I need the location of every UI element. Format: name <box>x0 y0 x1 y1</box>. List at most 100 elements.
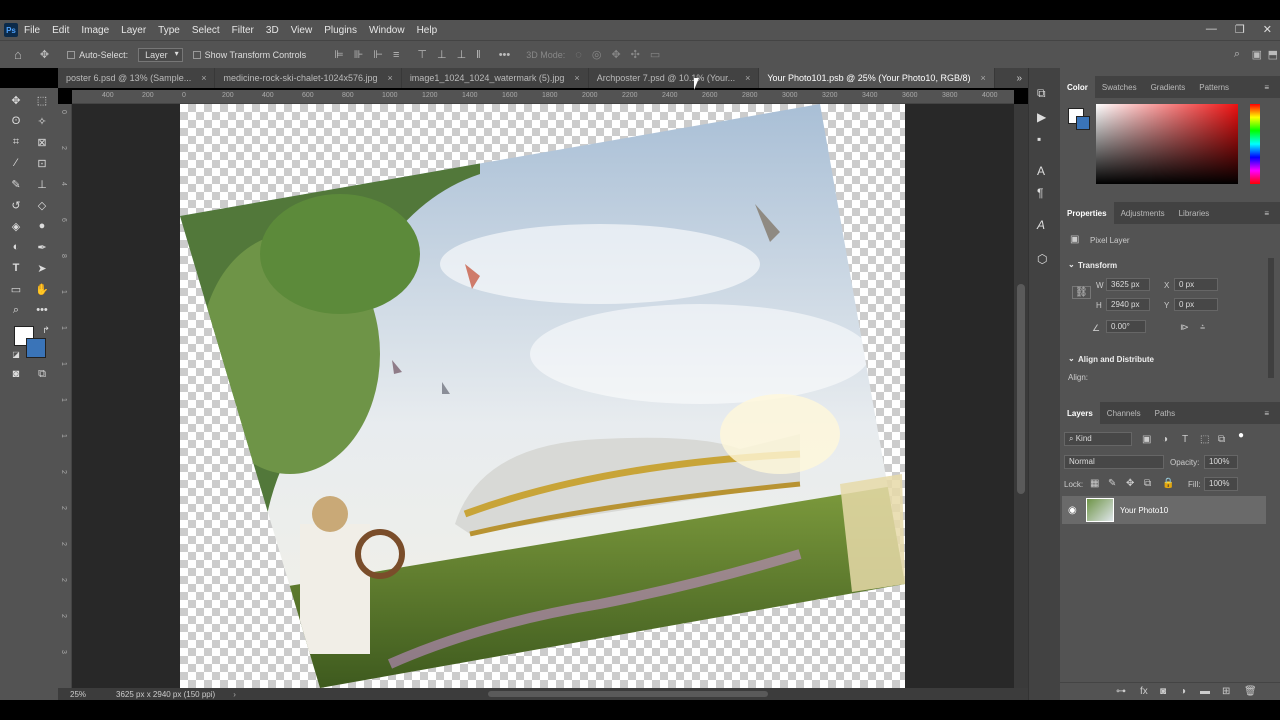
align-middle-icon[interactable]: ⊥ <box>437 48 447 61</box>
menu-image[interactable]: Image <box>81 25 109 36</box>
home-icon[interactable]: ⌂ <box>14 47 22 62</box>
actions-play-icon[interactable]: ▶ <box>1037 110 1046 124</box>
zoom-tool-icon[interactable]: ⌕ <box>8 302 24 318</box>
menu-window[interactable]: Window <box>369 25 405 36</box>
marquee-tool-icon[interactable]: ⬚ <box>34 92 50 108</box>
hue-slider[interactable] <box>1250 104 1260 184</box>
close-window-icon[interactable]: ✕ <box>1263 23 1272 36</box>
3d-roll-icon[interactable]: ◎ <box>592 48 602 61</box>
dodge-tool-icon[interactable]: ◐ <box>8 239 24 255</box>
new-layer-icon[interactable]: ⊞ <box>1222 686 1230 697</box>
rotated-photo-layer[interactable] <box>180 104 905 688</box>
search-icon[interactable]: ⌕ <box>1234 48 1240 61</box>
flip-horizontal-icon[interactable]: ⧐ <box>1180 322 1189 333</box>
menu-edit[interactable]: Edit <box>52 25 69 36</box>
tab-adjustments[interactable]: Adjustments <box>1114 202 1172 224</box>
show-transform-checkbox[interactable] <box>192 50 201 59</box>
rectangle-tool-icon[interactable]: ▭ <box>8 281 24 297</box>
menu-3d[interactable]: 3D <box>266 25 279 36</box>
history-icon[interactable]: ⧉ <box>1037 86 1046 101</box>
workspace-icon[interactable]: ▣ <box>1252 48 1262 61</box>
tab-swatches[interactable]: Swatches <box>1095 76 1144 98</box>
visibility-eye-icon[interactable]: ◉ <box>1068 505 1077 516</box>
zoom-level[interactable]: 25% <box>70 690 116 699</box>
lock-transparent-icon[interactable]: ▦ <box>1090 478 1099 489</box>
menu-file[interactable]: File <box>24 25 40 36</box>
link-dimensions-icon[interactable]: ⛓ <box>1072 286 1091 299</box>
menu-layer[interactable]: Layer <box>121 25 146 36</box>
new-adjustment-icon[interactable]: ◑ <box>1180 686 1186 697</box>
stamp-tool-icon[interactable]: ⊥ <box>34 176 50 192</box>
panel-menu-icon[interactable]: ≡ <box>1257 402 1276 424</box>
move-tool-icon[interactable]: ✥ <box>40 48 49 61</box>
brush-tool-icon[interactable]: ✎ <box>8 176 24 192</box>
tab-properties[interactable]: Properties <box>1060 202 1114 224</box>
add-mask-icon[interactable]: ◙ <box>1160 686 1166 697</box>
eraser-icon[interactable]: ◇ <box>34 197 50 213</box>
layer-row[interactable]: ◉ Your Photo10 <box>1062 496 1266 524</box>
fill-field[interactable]: 100% <box>1204 477 1238 491</box>
align-right-icon[interactable]: ⊩ <box>373 48 383 61</box>
status-arrow-icon[interactable]: › <box>233 690 236 699</box>
pen-tool-icon[interactable]: ✒ <box>34 239 50 255</box>
eyedropper-icon[interactable]: ⁄ <box>8 155 24 171</box>
type-tool-icon[interactable]: T <box>8 260 24 276</box>
align-center-icon[interactable]: ⊪ <box>354 48 364 61</box>
lock-pixels-icon[interactable]: ✎ <box>1108 478 1116 489</box>
screen-mode-icon[interactable]: ⧉ <box>34 366 50 382</box>
tab-doc-3[interactable]: image1_1024_1024_watermark (5).jpg × <box>402 68 589 88</box>
crop-tool-icon[interactable]: ⌗ <box>8 134 24 150</box>
character-icon[interactable]: A <box>1037 164 1045 178</box>
frame-tool-icon[interactable]: ⊠ <box>34 134 50 150</box>
panel-menu-icon[interactable]: ≡ <box>1257 202 1276 224</box>
3d-orbit-icon[interactable]: ◌ <box>575 49 582 61</box>
color-picker-field[interactable] <box>1096 104 1238 184</box>
minimize-icon[interactable]: — <box>1206 23 1217 36</box>
tab-channels[interactable]: Channels <box>1100 402 1148 424</box>
3d-camera-icon[interactable]: ▭ <box>650 48 660 61</box>
height-field[interactable]: 2940 px <box>1106 298 1150 311</box>
filter-pixel-icon[interactable]: ▣ <box>1142 434 1151 445</box>
chevron-down-icon[interactable]: ⌄ <box>1068 354 1075 363</box>
panel-menu-icon[interactable]: ≡ <box>1257 76 1276 98</box>
paragraph-icon[interactable]: ¶ <box>1037 186 1043 200</box>
restore-icon[interactable]: ❐ <box>1235 23 1245 36</box>
lasso-tool-icon[interactable]: ʘ <box>8 113 24 129</box>
layer-style-icon[interactable]: fx <box>1140 686 1148 697</box>
background-swatch[interactable] <box>1076 116 1090 130</box>
close-icon[interactable]: × <box>201 73 206 83</box>
more-tools-icon[interactable]: ••• <box>34 302 50 318</box>
x-field[interactable]: 0 px <box>1174 278 1218 291</box>
close-icon[interactable]: × <box>745 73 750 83</box>
tab-libraries[interactable]: Libraries <box>1172 202 1217 224</box>
distribute-icon[interactable]: ≡ <box>393 49 399 61</box>
close-icon[interactable]: × <box>574 73 579 83</box>
scrollbar-thumb[interactable] <box>1017 284 1025 494</box>
layer-name[interactable]: Your Photo10 <box>1120 506 1168 515</box>
menu-filter[interactable]: Filter <box>232 25 254 36</box>
tab-doc-5-active[interactable]: Your Photo101.psb @ 25% (Your Photo10, R… <box>759 68 995 88</box>
filter-toggle-icon[interactable]: ● <box>1238 430 1244 441</box>
properties-scrollbar[interactable] <box>1268 258 1274 378</box>
vertical-scrollbar[interactable] <box>1014 104 1028 688</box>
tab-doc-4[interactable]: Archposter 7.psd @ 10.1% (Your... × <box>589 68 760 88</box>
trash-icon[interactable]: 🗑 <box>1244 686 1257 697</box>
chevron-down-icon[interactable]: ⌄ <box>1068 260 1075 269</box>
link-layers-icon[interactable]: ⊶ <box>1116 686 1126 697</box>
background-color-swatch[interactable] <box>26 338 46 358</box>
move-tool-icon[interactable]: ✥ <box>8 92 24 108</box>
path-select-icon[interactable]: ➤ <box>34 260 50 276</box>
3d-pan-icon[interactable]: ✥ <box>611 48 620 61</box>
y-field[interactable]: 0 px <box>1174 298 1218 311</box>
lock-all-icon[interactable]: 🔒 <box>1162 478 1174 489</box>
align-left-icon[interactable]: ⊫ <box>334 48 344 61</box>
filter-adjustment-icon[interactable]: ◑ <box>1162 434 1168 445</box>
menu-help[interactable]: Help <box>417 25 438 36</box>
tab-layers[interactable]: Layers <box>1060 402 1100 424</box>
opacity-field[interactable]: 100% <box>1204 455 1238 469</box>
horizontal-scrollbar-thumb[interactable] <box>488 691 768 697</box>
default-colors-icon[interactable]: ◪ <box>8 346 24 362</box>
blend-mode-select[interactable]: Normal <box>1064 455 1164 469</box>
tab-patterns[interactable]: Patterns <box>1192 76 1236 98</box>
layer-filter-kind[interactable]: ⌕ Kind <box>1064 432 1132 446</box>
